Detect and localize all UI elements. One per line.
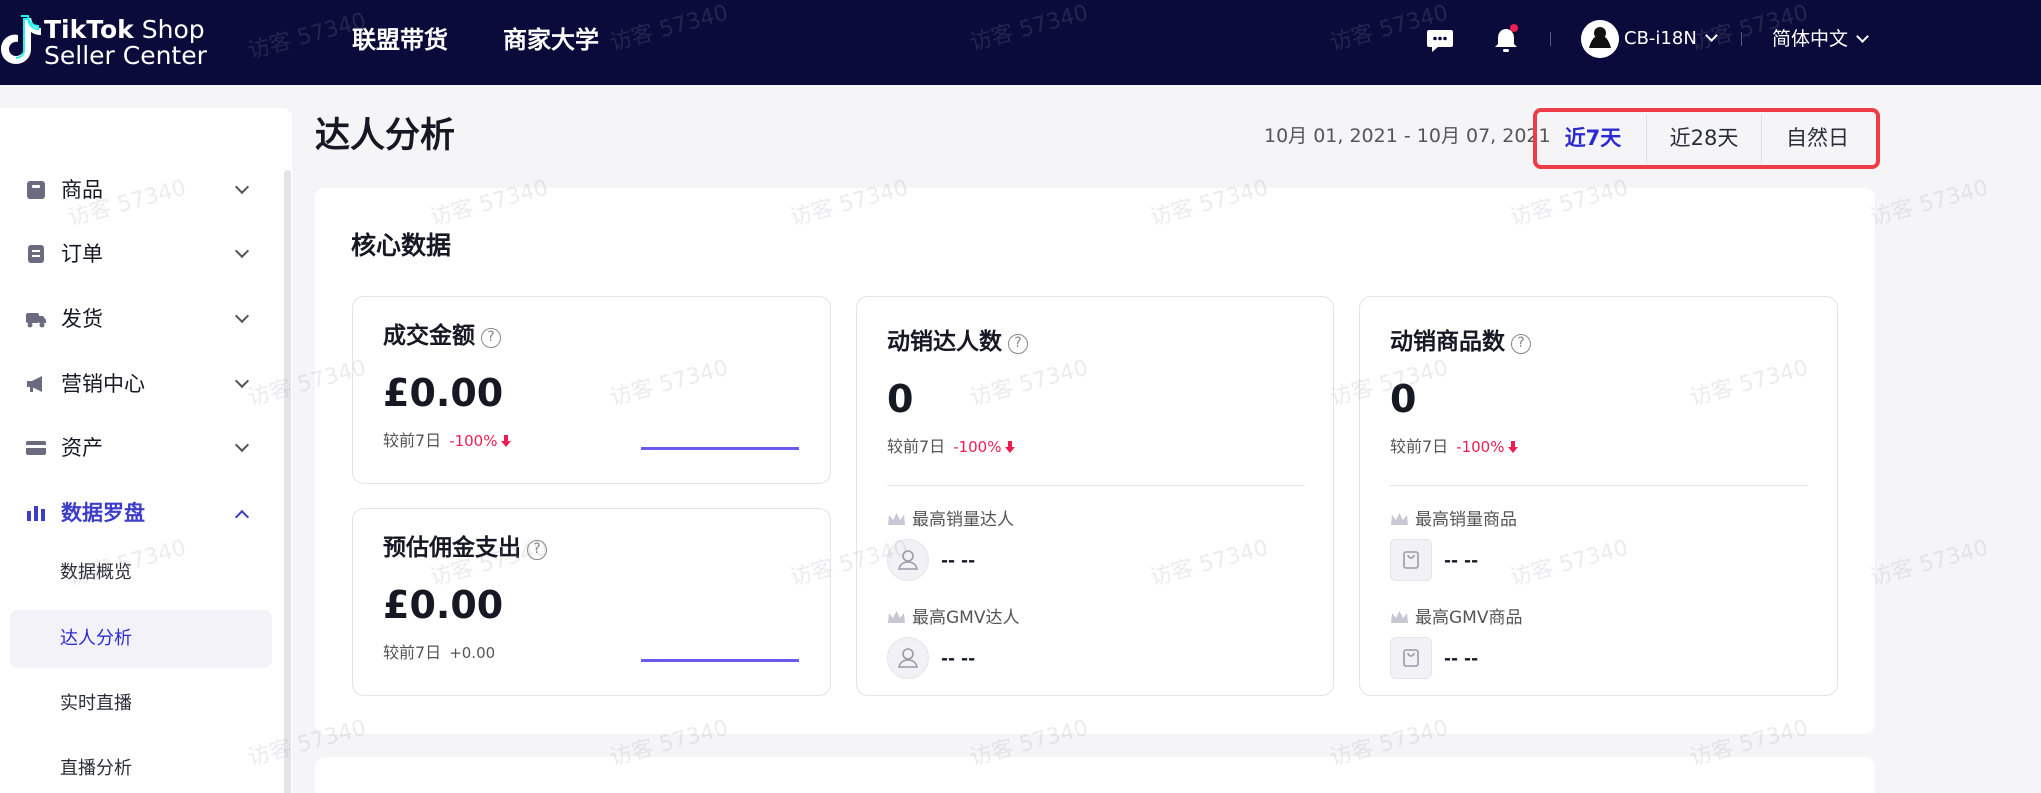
user-icon — [898, 550, 918, 570]
sidebar-sub-live-realtime[interactable]: 实时直播 — [10, 675, 272, 733]
help-icon[interactable]: ? — [527, 540, 547, 560]
card-title: 动销达人数? — [887, 325, 1028, 359]
chevron-down-icon — [1704, 29, 1718, 42]
period-natural-day[interactable]: 自然日 — [1762, 114, 1873, 163]
chevron-up-icon — [234, 509, 250, 525]
core-data-panel: 核心数据 成交金额? £0.00 较前7日 -100% 预估佣金支出? £0.00… — [315, 188, 1875, 734]
sidebar-item-assets[interactable]: 资产 — [0, 420, 270, 476]
brand-line-2: Seller Center — [44, 41, 207, 70]
top-sales-creator-value: -- -- — [941, 551, 976, 571]
chevron-down-icon — [234, 437, 250, 453]
nav-affiliate[interactable]: 联盟带货 — [352, 22, 448, 58]
creators-value: 0 — [887, 377, 914, 421]
watermark: 访客 57340 — [1867, 535, 1991, 592]
sidebar-sub-data-overview[interactable]: 数据概览 — [10, 544, 272, 602]
top-sales-product-label: 最高销量商品 — [1390, 507, 1517, 533]
product-image-placeholder — [1390, 539, 1432, 581]
crown-icon — [888, 611, 905, 623]
avatar[interactable] — [1581, 20, 1619, 58]
sidebar-item-data-compass[interactable]: 数据罗盘 — [0, 485, 270, 541]
arrow-down-icon — [501, 435, 512, 447]
tiktok-logo-icon — [1, 15, 41, 64]
top-bar: TikTok Shop Seller Center 联盟带货 商家大学 CB-i… — [0, 0, 2041, 85]
bag-icon — [1403, 551, 1419, 569]
profile-icon — [1581, 20, 1619, 58]
active-products-card: 动销商品数? 0 较前7日 -100% 最高销量商品 -- -- 最高GMV商品 … — [1359, 296, 1838, 696]
separator — [1550, 32, 1551, 46]
bar-chart-icon — [27, 506, 45, 521]
message-icon[interactable] — [1425, 24, 1455, 56]
sidebar-sub-creator-analysis[interactable]: 达人分析 — [10, 610, 272, 668]
help-icon[interactable]: ? — [1008, 334, 1028, 354]
top-gmv-creator-label: 最高GMV达人 — [887, 605, 1019, 631]
account-menu[interactable]: CB-i18N — [1624, 26, 1718, 52]
sparkline — [641, 447, 799, 450]
megaphone-icon — [27, 376, 42, 392]
chevron-down-icon — [234, 243, 250, 259]
gmv-value: £0.00 — [383, 371, 504, 415]
commission-card: 预估佣金支出? £0.00 较前7日 +0.00 — [352, 508, 831, 696]
card-title: 预估佣金支出? — [383, 531, 547, 565]
help-icon[interactable]: ? — [481, 328, 501, 348]
product-image-placeholder — [1390, 637, 1432, 679]
sidebar-scrollbar[interactable] — [284, 170, 291, 793]
chevron-down-icon — [234, 373, 250, 389]
active-creators-card: 动销达人数? 0 较前7日 -100% 最高销量达人 -- -- 最高GMV达人 … — [856, 296, 1334, 696]
top-gmv-product-value: -- -- — [1444, 649, 1479, 669]
date-range[interactable]: 10月 01, 2021 - 10月 07, 2021 — [1264, 122, 1551, 150]
period-last-7-days[interactable]: 近7天 — [1540, 114, 1646, 163]
page-title: 达人分析 — [315, 116, 456, 156]
products-value: 0 — [1390, 377, 1417, 421]
products-compare: 较前7日 -100% — [1390, 435, 1519, 459]
top-gmv-product-label: 最高GMV商品 — [1390, 605, 1522, 631]
divider — [1390, 485, 1808, 486]
commission-compare: 较前7日 +0.00 — [383, 643, 496, 662]
sparkline — [641, 659, 799, 662]
separator — [1741, 32, 1742, 46]
bag-icon — [1403, 649, 1419, 667]
gmv-card: 成交金额? £0.00 较前7日 -100% — [352, 296, 831, 484]
watermark: 访客 57340 — [1867, 175, 1991, 232]
sidebar-item-marketing[interactable]: 营销中心 — [0, 356, 270, 412]
order-icon — [28, 245, 44, 263]
truck-icon — [26, 313, 46, 328]
crown-icon — [1391, 513, 1408, 525]
card-icon — [26, 441, 46, 455]
help-icon[interactable]: ? — [1511, 334, 1531, 354]
chevron-down-icon — [234, 308, 250, 324]
sidebar-item-shipping[interactable]: 发货 — [0, 291, 270, 347]
creator-avatar-placeholder — [887, 539, 929, 581]
top-gmv-creator-value: -- -- — [941, 649, 976, 669]
card-title: 动销商品数? — [1390, 325, 1531, 359]
language-select[interactable]: 简体中文 — [1772, 25, 1869, 53]
top-sales-product-value: -- -- — [1444, 551, 1479, 571]
card-title: 成交金额? — [383, 319, 501, 353]
panel-title: 核心数据 — [351, 231, 452, 260]
period-last-28-days[interactable]: 近28天 — [1646, 114, 1762, 163]
sidebar-sub-live-analysis[interactable]: 直播分析 — [10, 740, 272, 793]
bell-icon[interactable] — [1491, 24, 1521, 56]
top-sales-creator-label: 最高销量达人 — [887, 507, 1014, 533]
sidebar-item-orders[interactable]: 订单 — [0, 226, 270, 282]
tiktok-shop-logo[interactable]: TikTok Shop Seller Center — [0, 12, 207, 72]
divider — [887, 485, 1305, 486]
period-selector: 近7天 近28天 自然日 — [1540, 114, 1873, 163]
chevron-down-icon — [234, 179, 250, 195]
secondary-panel — [315, 757, 1875, 793]
user-icon — [898, 648, 918, 668]
creator-avatar-placeholder — [887, 637, 929, 679]
creators-compare: 较前7日 -100% — [887, 435, 1016, 459]
nav-seller-university[interactable]: 商家大学 — [503, 22, 599, 58]
chevron-down-icon — [1856, 30, 1869, 43]
sidebar: 商品 订单 发货 营销中心 资产 数据罗盘 数据概览 达人分析 实时直播 直播分… — [0, 108, 292, 793]
arrow-down-icon — [1005, 441, 1016, 453]
sidebar-item-products[interactable]: 商品 — [0, 162, 270, 218]
box-icon — [27, 181, 45, 199]
arrow-down-icon — [1508, 441, 1519, 453]
gmv-compare: 较前7日 -100% — [383, 429, 512, 453]
crown-icon — [888, 513, 905, 525]
crown-icon — [1391, 611, 1408, 623]
commission-value: £0.00 — [383, 583, 504, 627]
